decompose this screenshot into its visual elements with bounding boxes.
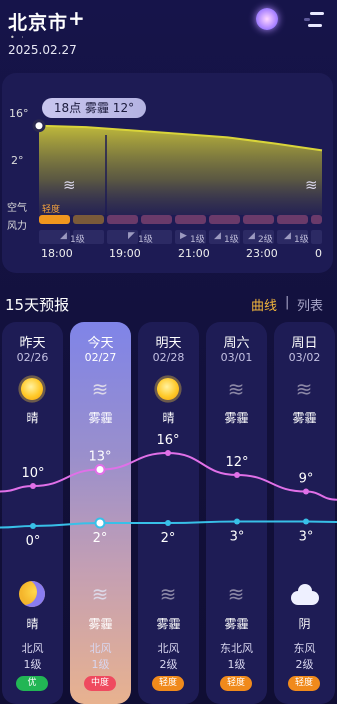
low-temp-point: [234, 518, 240, 525]
high-temp-label: 13°: [88, 450, 111, 465]
low-temp-label: 3°: [299, 530, 314, 545]
high-temp-label: 9°: [299, 472, 314, 487]
low-temp-label: 3°: [230, 530, 245, 545]
high-temp-point: [30, 483, 36, 489]
high-temp-label: 10°: [21, 466, 44, 481]
low-temp-point: [303, 518, 309, 525]
weather-screen: 北京市 + • · 2025.02.27 18点 雾霾 12° 16° 2° 空…: [0, 0, 337, 704]
high-temp-point: [94, 464, 106, 475]
high-temp-curve: [0, 451, 337, 501]
high-temp-label: 12°: [225, 455, 248, 470]
low-temp-point: [94, 517, 106, 529]
low-temp-label: 0°: [26, 534, 41, 549]
temperature-curves: 10° 0° 13° 2° 16° 2° 12° 3° 9° 3°: [0, 433, 337, 549]
low-temp-point: [30, 523, 36, 529]
high-temp-label: 16°: [156, 433, 179, 448]
low-temp-label: 2°: [93, 531, 108, 546]
low-temp-label: 2°: [161, 531, 176, 546]
high-temp-point: [303, 488, 309, 495]
high-temp-point: [165, 450, 171, 456]
high-temp-point: [234, 472, 240, 478]
low-temp-point: [165, 520, 171, 526]
